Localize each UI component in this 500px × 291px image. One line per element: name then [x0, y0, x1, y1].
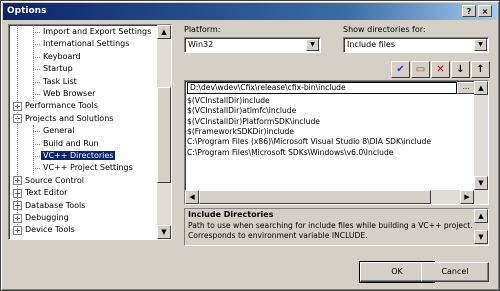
tree-item[interactable]: Keyboard [41, 51, 83, 63]
tree-item-label: Web Browser [43, 89, 96, 98]
description-line-2: Corresponds to environment variable INCL… [188, 231, 368, 240]
directory-row[interactable]: C:\Program Files\Microsoft SDKs\Windows\… [187, 147, 393, 158]
tree-item-label: Performance Tools [25, 101, 98, 111]
tree-item[interactable]: VC++ Project Settings [41, 162, 135, 174]
scroll-thumb[interactable] [157, 87, 171, 183]
directory-edit-field[interactable]: D:\dev\wdev\Cfix\release\cfix-bin\includ… [187, 82, 457, 94]
show-directories-label: Show directories for: [343, 25, 426, 34]
tree-connector [33, 156, 40, 157]
new-folder-icon[interactable]: ▭ [411, 61, 430, 78]
options-tree[interactable]: Import and Export Settings International … [8, 24, 172, 240]
tree-item[interactable]: International Settings [41, 38, 131, 50]
tree-item-label: Task List [43, 76, 77, 86]
move-down-icon[interactable]: ↓ [451, 61, 470, 78]
tree-item-label: Projects and Solutions [25, 113, 114, 123]
tree-connector [33, 69, 40, 71]
tree-connector [33, 168, 40, 170]
directory-list[interactable]: D:\dev\wdev\Cfix\release\cfix-bin\includ… [184, 80, 489, 205]
tree-connector [33, 81, 40, 83]
tree-connector [33, 25, 34, 101]
directory-horizontal-scrollbar[interactable]: ◀ ▶ [185, 190, 474, 204]
tree-item[interactable]: Text Editor [23, 187, 69, 199]
tree-item[interactable]: Task List [41, 76, 79, 88]
scroll-down-arrow-icon[interactable]: ▼ [157, 225, 171, 239]
window-title: Options [7, 6, 47, 16]
scroll-left-arrow-icon[interactable]: ◀ [185, 190, 199, 204]
scroll-right-arrow-icon[interactable]: ▶ [460, 190, 474, 204]
description-line-1: Path to use when searching for include f… [188, 221, 473, 230]
help-button[interactable]: ? [462, 5, 476, 17]
tree-connector [33, 143, 40, 145]
tree-item[interactable]: Database Tools [23, 200, 87, 212]
tree-item-label: Keyboard [43, 51, 81, 61]
tree-connector [33, 131, 40, 133]
tree-item-label: Text Editor [25, 188, 68, 198]
options-dialog: Options ? × Import and Export Settings In… [0, 0, 500, 291]
tree-item[interactable]: Performance Tools [23, 100, 100, 112]
chevron-down-icon[interactable]: ▼ [306, 39, 319, 51]
tree-item-label: Database Tools [25, 200, 86, 210]
scroll-thumb[interactable] [199, 190, 431, 204]
show-directories-value: Include files [347, 40, 396, 49]
tree-item-label: Build and Run [43, 138, 99, 148]
tree-item[interactable]: Projects and Solutions [23, 113, 115, 125]
tree-item[interactable]: Web Browser [41, 88, 97, 100]
tree-item-label: VC++ Directories [41, 151, 116, 160]
tree-item-label: Debugging [25, 213, 69, 222]
tree-connector [33, 44, 40, 46]
chevron-down-icon[interactable]: ▼ [474, 39, 487, 51]
tree-item[interactable]: General [41, 125, 77, 137]
scroll-up-arrow-icon[interactable]: ▲ [474, 81, 488, 95]
tree-item-label: Source Control [25, 175, 84, 185]
scroll-up-arrow-icon[interactable]: ▲ [474, 209, 488, 223]
show-directories-select[interactable]: Include files ▼ [343, 37, 489, 53]
close-button[interactable]: × [478, 5, 492, 17]
tree-item[interactable]: Device Tools [23, 224, 77, 236]
tree-item-label: Device Tools [25, 225, 75, 235]
browse-button[interactable]: ... [457, 82, 475, 94]
tree-vertical-scrollbar[interactable]: ▲ ▼ [157, 25, 171, 239]
scroll-down-arrow-icon[interactable]: ▼ [474, 230, 488, 244]
tree-connector [17, 25, 18, 235]
tree-item-label: General [43, 126, 75, 136]
directory-vertical-scrollbar[interactable]: ▲ ▼ [474, 81, 488, 204]
tree-item[interactable]: Source Control [23, 175, 86, 187]
tree-connector [33, 125, 34, 175]
platform-select[interactable]: Win32 ▼ [184, 37, 321, 53]
tree-item[interactable]: Import and Export Settings [41, 26, 153, 38]
tree-item[interactable]: Startup [41, 63, 75, 75]
tree-item[interactable]: VC++ Directories [41, 150, 116, 162]
tree-connector [33, 32, 40, 33]
move-up-icon[interactable]: ↑ [471, 61, 490, 78]
description-title: Include Directories [188, 210, 274, 219]
tree-items: Import and Export Settings International … [9, 25, 158, 239]
platform-label: Platform: [184, 25, 221, 34]
tree-item[interactable]: Build and Run [41, 138, 101, 150]
check-icon[interactable]: ✔ [391, 61, 410, 78]
scroll-down-arrow-icon[interactable]: ▼ [474, 176, 488, 190]
platform-value: Win32 [188, 40, 214, 49]
delete-icon[interactable]: ✕ [431, 61, 450, 78]
tree-connector [33, 94, 40, 95]
tree-item-label: International Settings [43, 39, 130, 49]
tree-item-label: VC++ Project Settings [43, 163, 133, 173]
tree-item-label: Startup [43, 64, 73, 74]
tree-connector [33, 56, 40, 58]
scroll-up-arrow-icon[interactable]: ▲ [157, 25, 171, 39]
title-bar[interactable]: Options ? × [3, 3, 497, 20]
description-panel: Include Directories Path to use when sea… [184, 208, 489, 246]
tree-item-label: Import and Export Settings [43, 27, 152, 36]
tree-item[interactable]: Debugging [23, 212, 71, 224]
cancel-button[interactable]: Cancel [421, 262, 489, 282]
